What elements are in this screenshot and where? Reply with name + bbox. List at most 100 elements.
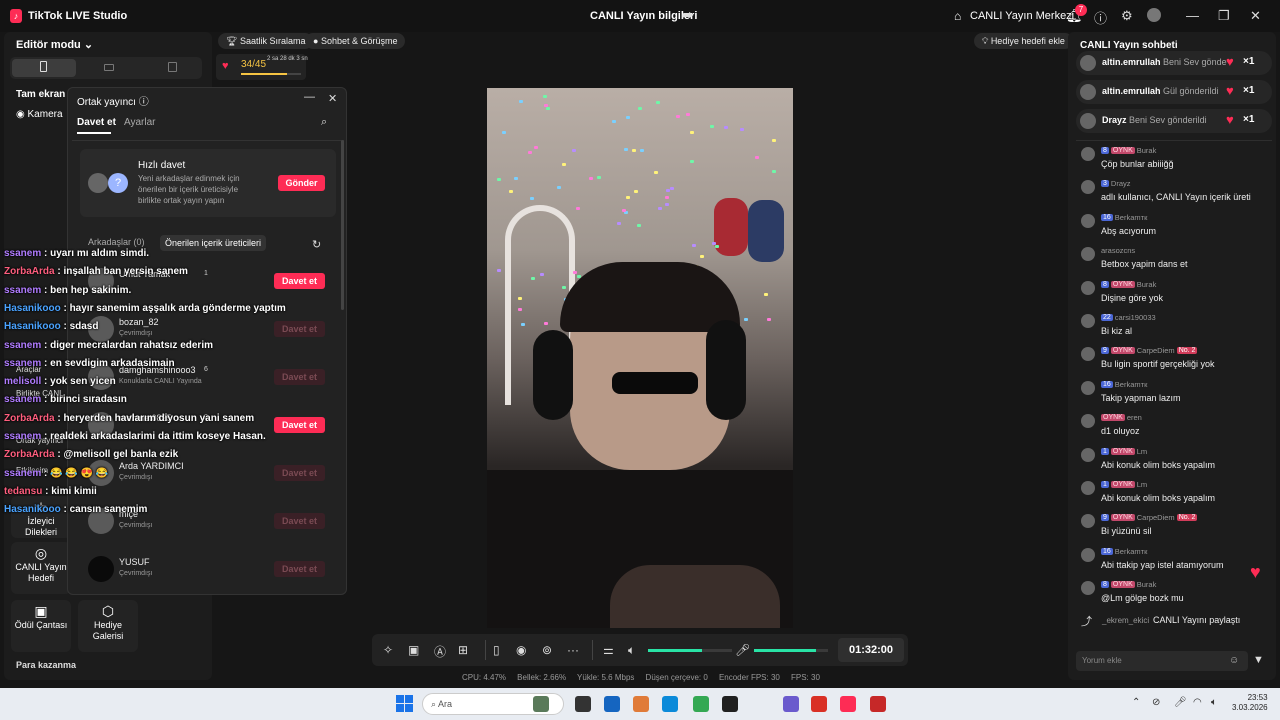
- dual-mode-button[interactable]: [168, 62, 177, 72]
- heart-icon[interactable]: ♥: [1250, 562, 1261, 583]
- chat-username: melisoll: [4, 376, 42, 388]
- goal-count: 34/45: [241, 59, 267, 70]
- gear-icon[interactable]: ⚙: [1121, 8, 1133, 24]
- discord-icon[interactable]: [783, 696, 799, 712]
- co-host-title-text: Ortak yayıncı: [77, 97, 136, 108]
- scrollbar[interactable]: [341, 140, 344, 310]
- magic-wand-icon[interactable]: ✧: [383, 643, 393, 657]
- chat-message: : sdasd: [63, 321, 99, 333]
- add-gift-goal-button[interactable]: 💡︎ Hediye hedefi ekle: [974, 33, 1073, 49]
- tool-live-goal[interactable]: ◎ CANLI Yayın Hedefi: [11, 542, 71, 594]
- disco-light-dot: [675, 114, 680, 118]
- comment-text: Abi konuk olim boks yapalım: [1101, 459, 1216, 470]
- camera-source[interactable]: ◉ Kamera: [16, 109, 63, 120]
- maximize-icon[interactable]: ❐: [1218, 8, 1230, 24]
- chat-username: Hasanikooo: [4, 321, 61, 333]
- disco-light-dot: [542, 95, 547, 99]
- live-chat-title: CANLI Yayın sohbeti: [1080, 40, 1178, 51]
- wifi-icon[interactable]: ◠: [1193, 697, 1202, 708]
- tab-invite[interactable]: Davet et: [77, 117, 116, 128]
- comment-username: CarpeDiem: [1136, 346, 1175, 356]
- comment-input[interactable]: Yorum ekle: [1076, 651, 1248, 671]
- mic-tray-icon[interactable]: 🎤︎: [1174, 697, 1187, 708]
- comment-meta: 16 Berkamтк: [1101, 547, 1147, 556]
- volume-tray-icon[interactable]: 🔈︎: [1211, 697, 1217, 708]
- tab-suggested[interactable]: Önerilen içerik üreticileri: [160, 235, 267, 251]
- tool-viewer-wishes[interactable]: ☆ İzleyici Dilekleri: [11, 496, 71, 538]
- invite-button[interactable]: Davet et: [274, 561, 325, 577]
- tab-friends[interactable]: Arkadaşlar (0): [88, 237, 145, 247]
- copilot-icon[interactable]: [633, 696, 649, 712]
- add-source-icon[interactable]: ⊞: [458, 643, 468, 657]
- landscape-mode-button[interactable]: [104, 64, 114, 71]
- comment-meta: 8 OYNK Burak: [1101, 280, 1156, 289]
- overlay-chat-line: ZorbaArda : inşallah ban yersin sanem: [4, 266, 188, 277]
- edge-icon[interactable]: [662, 696, 678, 712]
- level-badge: 1: [1101, 481, 1109, 488]
- screenshot-icon[interactable]: ⊚: [542, 643, 552, 657]
- invite-button[interactable]: Davet et: [274, 273, 325, 289]
- game-icon[interactable]: [870, 696, 886, 712]
- filter-icon[interactable]: ▼: [1253, 654, 1264, 666]
- speaker-icon[interactable]: 🔈︎: [628, 643, 635, 658]
- invite-button[interactable]: Davet et: [274, 321, 325, 337]
- help-icon[interactable]: ⓘ: [139, 97, 149, 108]
- house-icon[interactable]: ⌂: [954, 9, 961, 23]
- hourly-ranking-button[interactable]: 🏆︎ Saatlik Sıralama: [218, 33, 314, 49]
- notification-badge: 7: [1075, 4, 1087, 16]
- tool-reward-bag[interactable]: ▣ Ödül Çantası: [11, 600, 71, 652]
- phone-icon[interactable]: ▯: [493, 643, 500, 657]
- record-icon[interactable]: ◉: [516, 643, 526, 657]
- outlook-icon[interactable]: [604, 696, 620, 712]
- tool-reward-bag-label: Ödül Çantası: [14, 620, 68, 630]
- settings-sliders-icon[interactable]: ⚌: [603, 643, 614, 657]
- invite-button[interactable]: Davet et: [274, 417, 325, 433]
- level-badge: 16: [1101, 547, 1113, 555]
- youtube-icon[interactable]: [811, 696, 827, 712]
- panel-minimize-icon[interactable]: —: [304, 91, 315, 103]
- tool-gift-gallery[interactable]: ⬡ Hediye Galerisi: [78, 600, 138, 652]
- windows-start-icon[interactable]: [396, 695, 413, 712]
- invite-button[interactable]: Davet et: [274, 369, 325, 385]
- editor-mode-dropdown[interactable]: Editör modu ⌄: [16, 38, 93, 51]
- avatar[interactable]: [1147, 8, 1161, 22]
- emoji-icon[interactable]: ☺: [1229, 655, 1239, 666]
- level-badge: 16: [1101, 380, 1113, 388]
- search-icon[interactable]: ⌕: [321, 116, 327, 129]
- network-icon[interactable]: ⊘: [1152, 697, 1160, 708]
- ai-icon[interactable]: Ⓐ: [434, 643, 446, 660]
- chat-meet-button[interactable]: ● Sohbet & Görüşme: [305, 33, 406, 49]
- clock[interactable]: 23:53 3.03.2026: [1232, 693, 1268, 713]
- creator-name: YUSUF: [119, 557, 150, 567]
- chat-username: Hasanikooo: [4, 302, 61, 314]
- obs-icon[interactable]: [722, 696, 738, 712]
- photos-app-icon[interactable]: [533, 696, 549, 712]
- panel-close-icon[interactable]: ✕: [328, 92, 337, 105]
- tab-settings[interactable]: Ayarlar: [124, 117, 156, 128]
- microphone-icon[interactable]: 🎤︎: [735, 643, 750, 657]
- close-icon[interactable]: ✕: [1250, 8, 1261, 24]
- file-explorer-icon[interactable]: [575, 696, 591, 712]
- tray-chevron-icon[interactable]: ⌃: [1132, 697, 1140, 708]
- level-badge: 22: [1101, 314, 1113, 321]
- overlay-chat-line: ssanem : realdeki arkadaslarimi da ittim…: [4, 431, 266, 442]
- live-center-link[interactable]: CANLI Yayın Merkezi: [970, 10, 1074, 22]
- refresh-icon[interactable]: ↻: [312, 238, 321, 251]
- fan-badge: OYNK: [1110, 514, 1135, 522]
- minimize-icon[interactable]: —: [1186, 8, 1199, 23]
- invite-button[interactable]: Davet et: [274, 465, 325, 481]
- tiktok-logo-icon: ♪: [10, 9, 22, 23]
- effects-icon[interactable]: ▣: [408, 643, 419, 657]
- comment-username: Drayz: [1110, 179, 1131, 189]
- more-icon[interactable]: ···: [567, 643, 579, 657]
- chat-message: : birinci sıradasın: [44, 394, 127, 406]
- invite-button[interactable]: Davet et: [274, 513, 325, 529]
- send-button[interactable]: Gönder: [278, 175, 325, 191]
- tiktok-icon[interactable]: [840, 696, 856, 712]
- share-icon[interactable]: ⮫: [682, 8, 694, 24]
- help-icon[interactable]: ⓘ: [1094, 8, 1107, 27]
- disco-light-dot: [497, 177, 502, 181]
- tool-viewer-wishes-label: İzleyici Dilekleri: [24, 516, 57, 537]
- chrome-icon[interactable]: [693, 696, 709, 712]
- level-badge: 9: [1101, 514, 1109, 522]
